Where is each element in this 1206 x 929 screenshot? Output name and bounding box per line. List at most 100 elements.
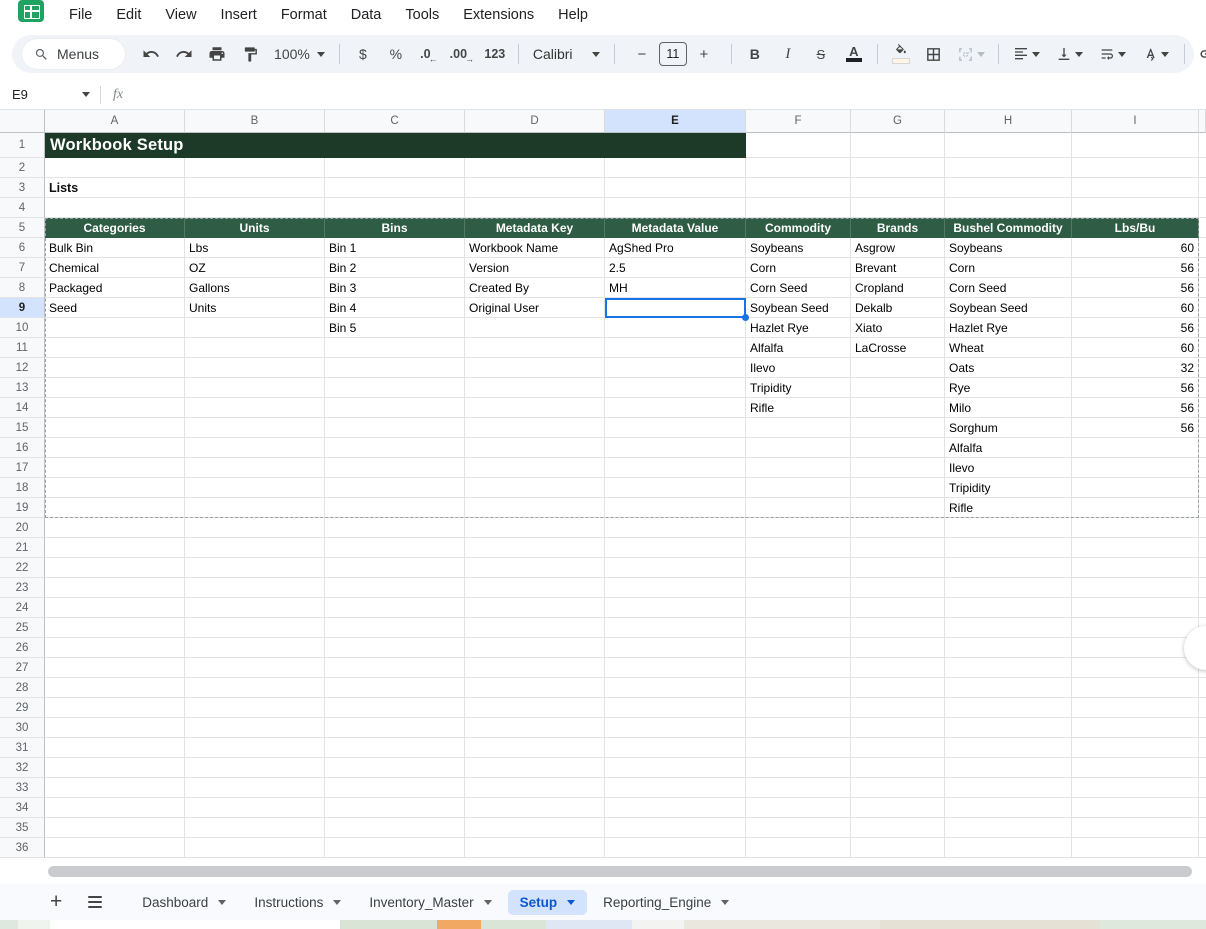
add-sheet-button[interactable]: +: [50, 891, 62, 912]
row-header-9[interactable]: 9: [0, 298, 45, 318]
menu-extensions[interactable]: Extensions: [454, 4, 543, 26]
cell-F12[interactable]: Ilevo: [746, 358, 775, 378]
row-header-10[interactable]: 10: [0, 318, 45, 338]
vertical-align-button[interactable]: [1052, 41, 1088, 67]
strikethrough-button[interactable]: S: [808, 41, 834, 67]
menu-insert[interactable]: Insert: [212, 4, 266, 26]
cell-I13[interactable]: 56: [1072, 378, 1199, 398]
font-family-control[interactable]: Calibri: [529, 46, 604, 62]
horizontal-scrollbar-thumb[interactable]: [48, 866, 1192, 877]
scroll-edge-button[interactable]: [1184, 626, 1206, 670]
undo-button[interactable]: [138, 41, 164, 67]
row-header-14[interactable]: 14: [0, 398, 45, 418]
row-header-16[interactable]: 16: [0, 438, 45, 458]
cell-G7[interactable]: Brevant: [851, 258, 896, 278]
row-header-1[interactable]: 1: [0, 133, 45, 158]
row-header-22[interactable]: 22: [0, 558, 45, 578]
row-header-29[interactable]: 29: [0, 698, 45, 718]
cell-G9[interactable]: Dekalb: [851, 298, 892, 318]
paint-format-button[interactable]: [237, 41, 263, 67]
merge-cells-button[interactable]: [954, 41, 988, 67]
cell-D6[interactable]: Workbook Name: [465, 238, 558, 258]
row-header-6[interactable]: 6: [0, 238, 45, 258]
column-header-B[interactable]: B: [185, 110, 325, 133]
cell-I6[interactable]: 60: [1072, 238, 1199, 258]
format-currency-button[interactable]: $: [350, 41, 376, 67]
row-header-23[interactable]: 23: [0, 578, 45, 598]
row-header-28[interactable]: 28: [0, 678, 45, 698]
increase-decimals-button[interactable]: .00 →: [449, 41, 475, 67]
row-header-33[interactable]: 33: [0, 778, 45, 798]
cell-D9[interactable]: Original User: [465, 298, 539, 318]
cell-E6[interactable]: AgShed Pro: [605, 238, 674, 258]
cell-C6[interactable]: Bin 1: [325, 238, 356, 258]
name-box[interactable]: E9: [12, 87, 90, 102]
row-header-35[interactable]: 35: [0, 818, 45, 838]
cell-B7[interactable]: OZ: [185, 258, 206, 278]
cell-H18[interactable]: Tripidity: [945, 478, 991, 498]
row-header-24[interactable]: 24: [0, 598, 45, 618]
cell-H11[interactable]: Wheat: [945, 338, 984, 358]
cell-C9[interactable]: Bin 4: [325, 298, 356, 318]
row-header-20[interactable]: 20: [0, 518, 45, 538]
tab-setup[interactable]: Setup: [507, 889, 588, 915]
cell-I10[interactable]: 56: [1072, 318, 1199, 338]
row-header-15[interactable]: 15: [0, 418, 45, 438]
column-header-I[interactable]: I: [1072, 110, 1199, 133]
cell-H15[interactable]: Sorghum: [945, 418, 998, 438]
cell-H12[interactable]: Oats: [945, 358, 974, 378]
menus-search-button[interactable]: Menus: [22, 39, 126, 69]
cell-H13[interactable]: Rye: [945, 378, 970, 398]
cell-B9[interactable]: Units: [185, 298, 216, 318]
menu-data[interactable]: Data: [342, 4, 391, 26]
zoom-control[interactable]: 100%: [270, 46, 329, 62]
row-header-13[interactable]: 13: [0, 378, 45, 398]
row-header-36[interactable]: 36: [0, 838, 45, 858]
cell-A9[interactable]: Seed: [45, 298, 77, 318]
cell-F8[interactable]: Corn Seed: [746, 278, 807, 298]
cell-F10[interactable]: Hazlet Rye: [746, 318, 809, 338]
row-header-34[interactable]: 34: [0, 798, 45, 818]
row-header-32[interactable]: 32: [0, 758, 45, 778]
row-header-17[interactable]: 17: [0, 458, 45, 478]
row-header-26[interactable]: 26: [0, 638, 45, 658]
cell-H17[interactable]: Ilevo: [945, 458, 974, 478]
font-size-value[interactable]: 11: [658, 42, 687, 66]
cell-H14[interactable]: Milo: [945, 398, 971, 418]
row-header-11[interactable]: 11: [0, 338, 45, 358]
column-header-G[interactable]: G: [851, 110, 945, 133]
redo-button[interactable]: [171, 41, 197, 67]
decrease-decimals-button[interactable]: .0 ←: [416, 41, 442, 67]
cell-E8[interactable]: MH: [605, 278, 628, 298]
cell-I12[interactable]: 32: [1072, 358, 1199, 378]
cell-H10[interactable]: Hazlet Rye: [945, 318, 1008, 338]
row-header-25[interactable]: 25: [0, 618, 45, 638]
print-button[interactable]: [204, 41, 230, 67]
tab-instructions[interactable]: Instructions: [242, 890, 353, 915]
insert-link-button[interactable]: [1195, 41, 1206, 67]
decrease-font-size-button[interactable]: −: [629, 41, 655, 67]
cell-H19[interactable]: Rifle: [945, 498, 973, 518]
row-header-18[interactable]: 18: [0, 478, 45, 498]
cell-G11[interactable]: LaCrosse: [851, 338, 906, 358]
row-header-31[interactable]: 31: [0, 738, 45, 758]
column-header-E[interactable]: E: [605, 110, 746, 133]
tab-inventory_master[interactable]: Inventory_Master: [357, 890, 503, 915]
cell-G8[interactable]: Cropland: [851, 278, 904, 298]
menu-edit[interactable]: Edit: [107, 4, 150, 26]
cell-A6[interactable]: Bulk Bin: [45, 238, 93, 258]
row-header-12[interactable]: 12: [0, 358, 45, 378]
cell-I15[interactable]: 56: [1072, 418, 1199, 438]
borders-button[interactable]: [921, 41, 947, 67]
cell-E7[interactable]: 2.5: [605, 258, 626, 278]
column-header-A[interactable]: A: [45, 110, 185, 133]
cell-D8[interactable]: Created By: [465, 278, 529, 298]
row-header-21[interactable]: 21: [0, 538, 45, 558]
fill-handle[interactable]: [742, 314, 749, 321]
cell-A8[interactable]: Packaged: [45, 278, 102, 298]
menu-tools[interactable]: Tools: [396, 4, 448, 26]
menu-file[interactable]: File: [60, 4, 101, 26]
cell-F14[interactable]: Rifle: [746, 398, 774, 418]
row-header-4[interactable]: 4: [0, 198, 45, 218]
cell-H6[interactable]: Soybeans: [945, 238, 1002, 258]
